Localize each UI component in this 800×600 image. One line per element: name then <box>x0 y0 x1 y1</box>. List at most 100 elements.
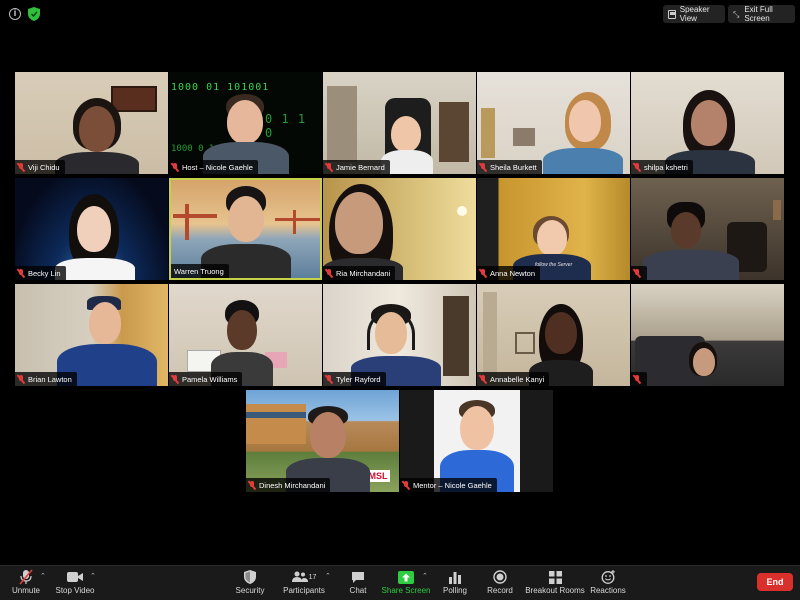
video-tile-viji-chidu[interactable]: Viji Chidu <box>15 72 168 174</box>
participant-name: Mentor – Nicole Gaehle <box>413 480 492 490</box>
security-button[interactable]: Security <box>234 569 266 599</box>
video-tile-sheila-burkett[interactable]: Sheila Burkett <box>477 72 630 174</box>
participant-name-tag: Pamela Williams <box>169 372 243 386</box>
binary-code-text: 0 1 1 0 <box>265 112 307 140</box>
muted-mic-icon <box>249 480 255 490</box>
polling-button[interactable]: Polling <box>441 569 469 599</box>
participant-name: Sheila Burkett <box>490 162 537 172</box>
video-tile-pamela-williams[interactable]: Pamela Williams <box>169 284 322 386</box>
speaker-view-icon <box>668 9 676 19</box>
participant-name-tag: Becky Lin <box>15 266 66 280</box>
binary-code-text: 1000 01 101001 <box>171 82 270 93</box>
exit-full-screen-button[interactable]: ⤡ Exit Full Screen <box>728 5 795 23</box>
muted-mic-icon <box>18 268 24 278</box>
record-icon <box>493 569 507 585</box>
unmute-button[interactable]: Unmute <box>10 569 42 599</box>
video-tile-host-nicole-gaehle[interactable]: 1000 01 101001 0 1 1 0 1000 0 1 Host – N… <box>169 72 322 174</box>
share-screen-icon <box>398 569 414 585</box>
record-button[interactable]: Record <box>486 569 514 599</box>
video-tile-jamie-bernard[interactable]: Jamie Bernard <box>323 72 476 174</box>
muted-mic-icon <box>18 162 24 172</box>
breakout-rooms-label: Breakout Rooms <box>525 586 585 595</box>
participant-name: Host – Nicole Gaehle <box>182 162 253 172</box>
participant-name: Tyler Rayford <box>336 374 381 384</box>
video-tile-unnamed-1[interactable] <box>631 178 784 280</box>
participant-name: Becky Lin <box>28 268 61 278</box>
participant-name: Warren Truong <box>174 266 224 276</box>
breakout-rooms-grid-icon <box>548 569 562 585</box>
video-tile-ria-mirchandani[interactable]: Ria Mirchandani <box>323 178 476 280</box>
info-icon[interactable]: i <box>9 8 21 20</box>
muted-mic-icon <box>480 162 486 172</box>
muted-mic-icon <box>326 374 332 384</box>
chat-label: Chat <box>349 586 367 595</box>
breakout-rooms-button[interactable]: Breakout Rooms <box>525 569 585 599</box>
wall-picture <box>111 86 157 112</box>
participant-name-tag: Ria Mirchandani <box>323 266 396 280</box>
video-options-caret-icon[interactable]: ⌃ <box>90 572 96 580</box>
security-shield-icon <box>244 569 256 585</box>
participant-name-tag: Brian Lawton <box>15 372 77 386</box>
participants-label: Participants <box>283 586 325 595</box>
exit-full-screen-icon: ⤡ <box>733 9 740 19</box>
participant-name-tag: Dinesh Mirchandani <box>246 478 331 492</box>
video-tile-annabelle-kanyi[interactable]: Annabelle Kanyi <box>477 284 630 386</box>
reactions-button[interactable]: Reactions <box>590 569 626 599</box>
end-meeting-button[interactable]: End <box>757 573 793 591</box>
muted-mic-icon <box>634 374 640 384</box>
muted-mic-icon <box>634 268 640 278</box>
exit-full-screen-label: Exit Full Screen <box>744 5 773 23</box>
participant-name: Viji Chidu <box>28 162 60 172</box>
participants-button[interactable]: 17 Participants <box>283 569 325 599</box>
shirt-text: follow the Server <box>535 262 573 268</box>
participant-name-tag: Mentor – Nicole Gaehle <box>400 478 497 492</box>
speaker-view-label: Speaker View <box>679 5 710 23</box>
unmute-label: Unmute <box>11 586 40 595</box>
muted-mic-icon <box>18 374 24 384</box>
speaker-view-button[interactable]: Speaker View <box>663 5 725 23</box>
video-tile-tyler-rayford[interactable]: Tyler Rayford <box>323 284 476 386</box>
muted-mic-icon <box>326 162 332 172</box>
participant-name-tag: Jamie Bernard <box>323 160 390 174</box>
video-tile-shilpa-kshetri[interactable]: shilpa kshetri <box>631 72 784 174</box>
participant-name: shilpa kshetri <box>644 162 688 172</box>
security-label: Security <box>235 586 265 595</box>
participant-name-tag <box>631 372 647 386</box>
participant-name: Annabelle Kanyi <box>490 374 545 384</box>
muted-mic-icon <box>172 374 178 384</box>
muted-mic-icon <box>480 268 486 278</box>
reactions-label: Reactions <box>590 586 626 595</box>
record-label: Record <box>487 586 513 595</box>
muted-mic-icon <box>326 268 332 278</box>
stop-video-button[interactable]: Stop Video <box>56 569 95 599</box>
participant-name-tag: Sheila Burkett <box>477 160 542 174</box>
video-tile-becky-lin[interactable]: Becky Lin <box>15 178 168 280</box>
participant-name: Pamela Williams <box>182 374 238 384</box>
participants-options-caret-icon[interactable]: ⌃ <box>325 572 331 580</box>
participant-name: Ria Mirchandani <box>336 268 391 278</box>
participants-count: 17 <box>308 573 317 581</box>
video-tile-anna-newton[interactable]: follow the Server Anna Newton <box>477 178 630 280</box>
polling-label: Polling <box>442 586 467 595</box>
encryption-shield-icon[interactable] <box>28 7 40 21</box>
video-tile-unnamed-2[interactable] <box>631 284 784 386</box>
participant-name: Brian Lawton <box>28 374 72 384</box>
video-tile-warren-truong-active-speaker[interactable]: Warren Truong <box>169 178 322 280</box>
participant-name-tag: Tyler Rayford <box>323 372 386 386</box>
participant-name-tag: Annabelle Kanyi <box>477 372 550 386</box>
share-screen-label: Share Screen <box>381 586 431 595</box>
chat-button[interactable]: Chat <box>345 569 371 599</box>
muted-mic-icon <box>172 162 178 172</box>
video-tile-brian-lawton[interactable]: Brian Lawton <box>15 284 168 386</box>
participant-name-tag: Anna Newton <box>477 266 541 280</box>
participant-name: Jamie Bernard <box>336 162 385 172</box>
video-tile-mentor-nicole-gaehle[interactable]: Mentor – Nicole Gaehle <box>400 390 553 492</box>
video-tile-dinesh-mirchandani[interactable]: MSL Dinesh Mirchandani <box>246 390 399 492</box>
share-screen-options-caret-icon[interactable]: ⌃ <box>422 572 428 580</box>
muted-mic-icon <box>403 480 409 490</box>
muted-mic-icon <box>480 374 486 384</box>
participant-name-tag: Warren Truong <box>171 264 229 278</box>
top-bar: i Speaker View ⤡ Exit Full Screen <box>0 0 800 28</box>
reactions-smiley-icon <box>601 569 616 585</box>
audio-options-caret-icon[interactable]: ⌃ <box>40 572 46 580</box>
